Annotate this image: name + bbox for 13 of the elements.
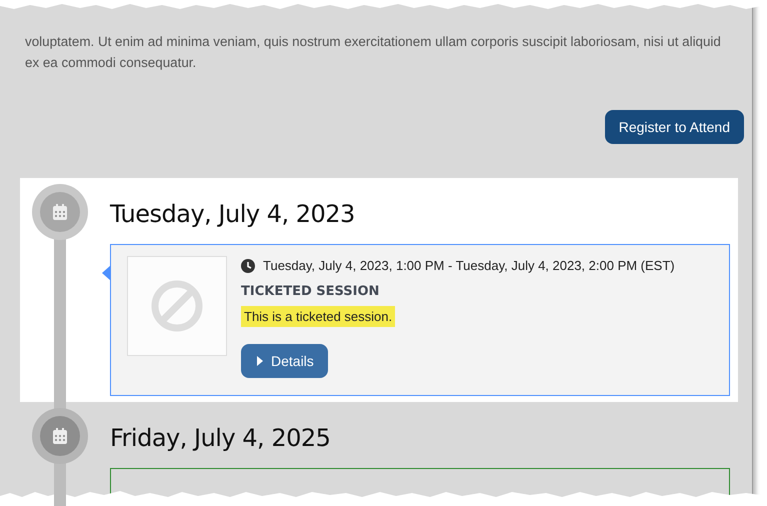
clock-icon [241, 258, 255, 272]
day-heading: Tuesday, July 4, 2023 [110, 200, 356, 228]
prohibited-icon [151, 280, 203, 332]
intro-paragraph: voluptatem. Ut enim ad minima veniam, quis nostrum exercitationem ullam corporis suscipit laboriosam, nisi ut aliquid ex ea commodi consequatur. [25, 33, 722, 72]
session-time: Tuesday, July 4, 2023, 1:00 PM - Tuesday, July 4, 2023, 2:00 PM (EST) [263, 258, 675, 273]
session-description: This is a ticketed session. [241, 306, 396, 327]
details-button[interactable]: Details [241, 344, 328, 378]
day-heading: Friday, July 4, 2025 [110, 424, 332, 452]
register-button[interactable]: Register to Attend [604, 110, 744, 144]
calendar-icon [52, 204, 68, 220]
caret-icon [257, 356, 263, 366]
calendar-icon [52, 428, 68, 444]
session-title: TICKETED SESSION [241, 284, 380, 299]
